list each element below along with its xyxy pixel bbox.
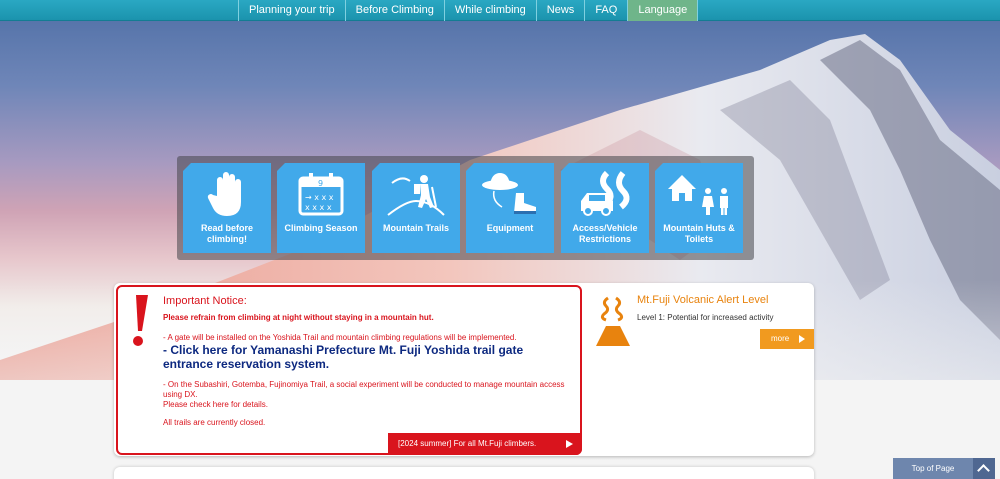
tile-label: Climbing Season bbox=[284, 223, 358, 233]
tile-equipment[interactable]: Equipment bbox=[466, 163, 554, 253]
tile-mountain-huts[interactable]: Mountain Huts & Toilets bbox=[655, 163, 743, 253]
play-arrow-icon bbox=[799, 335, 805, 343]
summer-button-label: [2024 summer] For all Mt.Fuji climbers. bbox=[398, 439, 537, 448]
svg-text:9: 9 bbox=[318, 179, 323, 188]
tile-climbing-season[interactable]: 9 → x x x x x x x Climbing Season bbox=[277, 163, 365, 253]
important-notice-box: Important Notice: Please refrain from cl… bbox=[116, 285, 582, 455]
exclamation-icon bbox=[133, 295, 148, 346]
notice-details-link[interactable]: Please check here for details. bbox=[163, 400, 573, 410]
tile-mountain-trails[interactable]: Mountain Trails bbox=[372, 163, 460, 253]
tile-label: Access/Vehicle Restrictions bbox=[572, 223, 638, 244]
calendar-icon: 9 → x x x x x x x bbox=[277, 169, 365, 219]
nav-item-faq[interactable]: FAQ bbox=[584, 0, 627, 21]
top-of-page-label: Top of Page bbox=[911, 464, 955, 473]
top-navigation: Planning your trip Before Climbing While… bbox=[0, 0, 1000, 21]
alert-more-button[interactable]: more bbox=[760, 329, 814, 349]
tile-label: Equipment bbox=[486, 223, 534, 233]
hut-toilet-icon bbox=[655, 169, 743, 219]
notice-trails-closed: All trails are currently closed. bbox=[163, 418, 266, 427]
more-label: more bbox=[771, 334, 790, 343]
volcanic-alert-title: Mt.Fuji Volcanic Alert Level bbox=[637, 294, 769, 306]
chevron-up-icon bbox=[973, 458, 995, 479]
nav-item-news[interactable]: News bbox=[535, 0, 585, 21]
notice-dx-experiment: - On the Subashiri, Gotemba, Fujinomiya … bbox=[163, 380, 573, 410]
tile-read-before-climbing[interactable]: Read before climbing! bbox=[183, 163, 271, 253]
hat-boot-icon bbox=[466, 169, 554, 219]
nav-item-planning[interactable]: Planning your trip bbox=[238, 0, 345, 21]
tile-access-vehicle[interactable]: Access/Vehicle Restrictions bbox=[561, 163, 649, 253]
tile-label: Mountain Huts & Toilets bbox=[663, 223, 735, 244]
yoshida-reservation-link[interactable]: - Click here for Yamanashi Prefecture Mt… bbox=[163, 343, 563, 371]
notice-gate-info: - A gate will be installed on the Yoshid… bbox=[163, 333, 517, 342]
notice-dx-text: - On the Subashiri, Gotemba, Fujinomiya … bbox=[163, 380, 565, 399]
lower-content-card bbox=[114, 467, 814, 479]
play-arrow-icon bbox=[566, 440, 573, 448]
notice-night-climbing: Please refrain from climbing at night wi… bbox=[163, 313, 434, 322]
top-of-page-button[interactable]: Top of Page bbox=[893, 458, 995, 479]
volcanic-alert-level: Level 1: Potential for increased activit… bbox=[637, 313, 774, 322]
tile-label: Mountain Trails bbox=[382, 223, 449, 233]
notice-title: Important Notice: bbox=[163, 295, 247, 307]
svg-text:→ x x x: → x x x bbox=[305, 193, 334, 202]
category-tiles: Read before climbing! 9 → x x x x x x x … bbox=[177, 156, 754, 260]
hand-icon bbox=[183, 169, 271, 219]
svg-text:x x x x: x x x x bbox=[305, 203, 332, 212]
hiker-icon bbox=[372, 169, 460, 219]
tile-label: Read before climbing! bbox=[200, 223, 253, 244]
summer-climbers-button[interactable]: [2024 summer] For all Mt.Fuji climbers. bbox=[388, 433, 582, 455]
volcano-alert-icon bbox=[596, 296, 630, 346]
nav-item-language[interactable]: Language bbox=[627, 0, 699, 21]
car-road-icon bbox=[561, 169, 649, 219]
nav-item-while-climbing[interactable]: While climbing bbox=[443, 0, 536, 21]
nav-item-before-climbing[interactable]: Before Climbing bbox=[344, 0, 444, 21]
